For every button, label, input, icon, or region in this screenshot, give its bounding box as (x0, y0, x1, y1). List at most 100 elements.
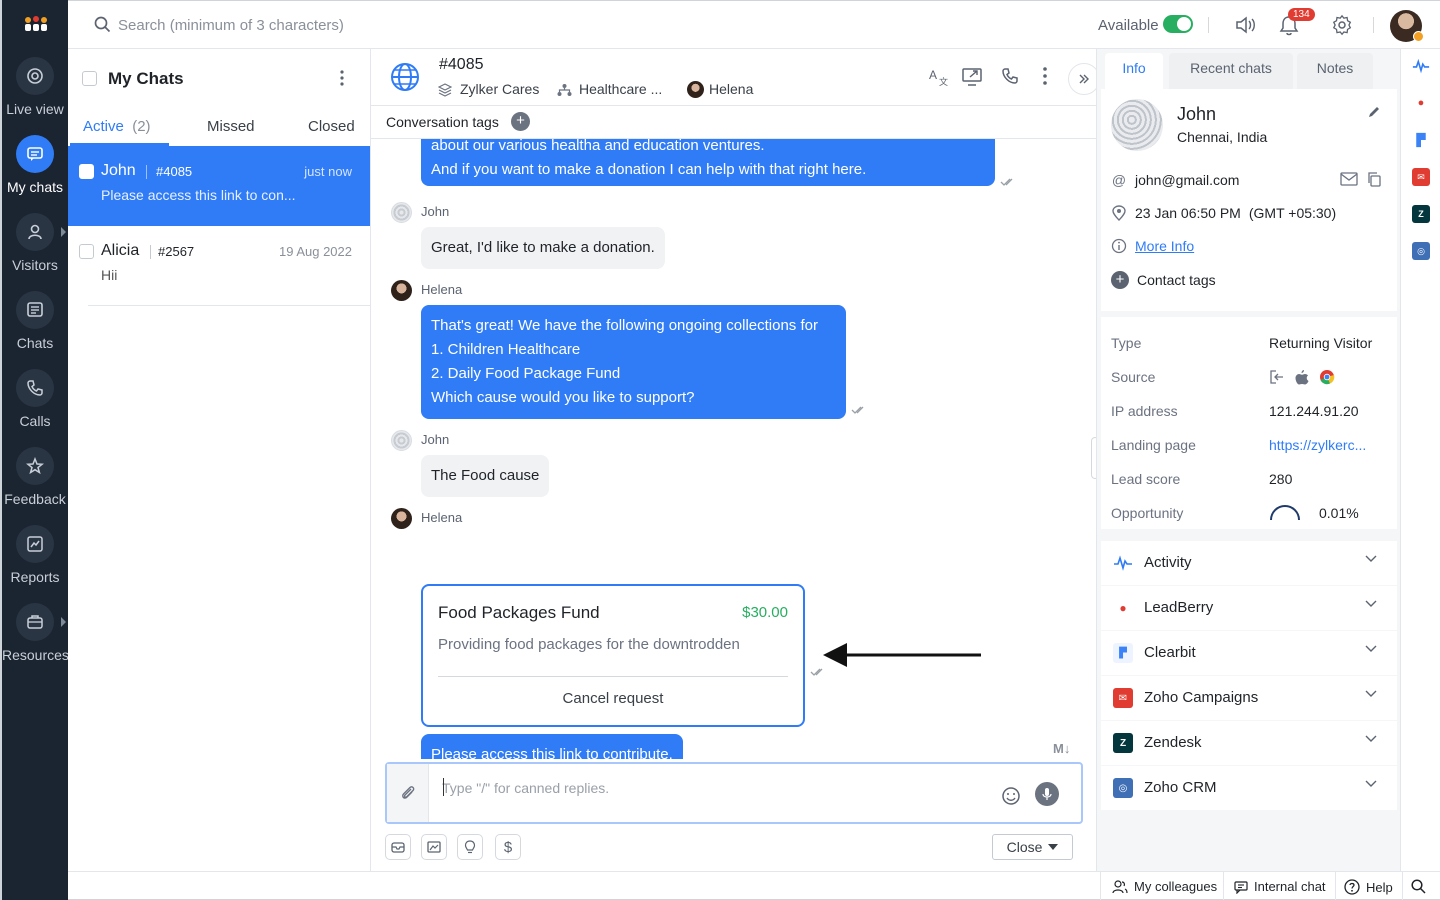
nav-visitors[interactable]: Visitors (2, 213, 68, 273)
attach-button[interactable] (387, 764, 429, 822)
help-button[interactable]: Help (1344, 879, 1393, 895)
arrow-left-annotation-icon (823, 643, 981, 667)
integration-leadberry[interactable]: ● LeadBerry (1101, 586, 1397, 630)
department-name: Zylker Cares (460, 81, 540, 97)
agent-avatar (391, 280, 412, 301)
chat-row-checkbox[interactable] (79, 164, 94, 179)
canned-messages-button[interactable] (385, 834, 411, 860)
message-input[interactable] (442, 776, 982, 800)
availability-toggle[interactable] (1163, 15, 1193, 33)
nav-my-chats[interactable]: My chats (2, 135, 68, 195)
chat-list-header: My Chats (68, 49, 370, 107)
sender-name: Helena (421, 282, 463, 297)
dollar-icon: $ (503, 838, 513, 856)
add-contact-tag-icon: + (1111, 271, 1129, 289)
info-icon (1111, 238, 1127, 254)
speaker-icon[interactable] (1234, 14, 1258, 36)
edit-icon[interactable] (1367, 105, 1381, 119)
visitor-timezone: (GMT +05:30) (1248, 205, 1337, 221)
tab-active-count: (2) (132, 118, 151, 135)
tab-notes[interactable]: Notes (1297, 53, 1373, 89)
message-line: Which cause would you like to support? (431, 389, 695, 406)
search-icon (94, 16, 111, 33)
gear-icon[interactable] (1331, 14, 1353, 36)
chat-row-time: just now (304, 164, 352, 179)
more-info-link[interactable]: More Info (1135, 238, 1194, 254)
tab-active[interactable]: Active (2) (83, 118, 151, 135)
activity-pulse-icon[interactable] (1412, 57, 1430, 75)
nav-label: Visitors (12, 257, 58, 273)
clearbit-icon[interactable]: ▛ (1412, 131, 1430, 149)
screen-share-icon[interactable] (962, 67, 984, 87)
nav-label: Resources (2, 647, 69, 663)
cancel-request-button[interactable]: Cancel request (423, 690, 803, 707)
payment-button[interactable]: $ (495, 834, 521, 860)
select-all-checkbox[interactable] (82, 71, 97, 86)
chat-row-name: Alicia (101, 242, 140, 259)
nav-label: Feedback (4, 491, 66, 507)
chat-list-panel: My Chats Active (2) Missed Closed John #… (68, 49, 371, 871)
global-search-input[interactable] (118, 11, 618, 39)
integration-name: Activity (1144, 554, 1192, 571)
bottom-bar: My colleagues Internal chat Help (68, 871, 1440, 900)
chat-row-checkbox[interactable] (79, 244, 94, 259)
tab-info[interactable]: Info (1105, 53, 1163, 89)
chat-row[interactable]: John #4085 just now Please access this l… (68, 146, 370, 226)
person-icon (28, 224, 42, 240)
chat-row[interactable]: Alicia #2567 19 Aug 2022 Hii (79, 226, 370, 306)
integration-zendesk[interactable]: Z Zendesk (1101, 721, 1397, 765)
more-options-icon[interactable] (340, 70, 344, 86)
internal-chat-button[interactable]: Internal chat (1234, 879, 1326, 894)
my-colleagues-button[interactable]: My colleagues (1112, 879, 1217, 894)
suggestions-button[interactable] (457, 834, 483, 860)
visitor-avatar (391, 202, 412, 223)
agent-avatar[interactable] (1390, 10, 1424, 42)
agent-name: Helena (709, 81, 754, 97)
my-colleagues-label: My colleagues (1134, 879, 1218, 894)
chat-row-ticket: #2567 (158, 244, 195, 259)
landing-page-link[interactable]: https://zylkerc... (1269, 437, 1366, 453)
chevron-down-icon (1048, 844, 1059, 850)
nav-calls[interactable]: Calls (2, 369, 68, 429)
nav-resources[interactable]: Resources (2, 603, 69, 663)
copy-icon[interactable] (1367, 172, 1381, 187)
voice-record-button[interactable] (1035, 782, 1059, 806)
zendesk-icon[interactable]: Z (1412, 205, 1430, 223)
nav-reports[interactable]: Reports (2, 525, 68, 585)
detail-key: Type (1111, 335, 1142, 351)
zoho-crm-icon[interactable]: ◎ (1412, 242, 1430, 260)
integration-zoho-crm[interactable]: ◎ Zoho CRM (1101, 766, 1397, 810)
tab-closed[interactable]: Closed (308, 118, 355, 135)
leadberry-icon[interactable]: ● (1412, 94, 1430, 112)
close-chat-button[interactable]: Close (992, 834, 1073, 860)
tab-recent-chats[interactable]: Recent chats (1169, 53, 1293, 89)
contact-tags-row[interactable]: + Contact tags (1111, 271, 1216, 289)
zoho-campaigns-icon[interactable]: ✉ (1412, 168, 1430, 186)
sender-name: John (421, 204, 450, 219)
paperclip-icon (401, 786, 414, 799)
integration-clearbit[interactable]: ▛ Clearbit (1101, 631, 1397, 675)
tab-missed[interactable]: Missed (207, 118, 255, 135)
integration-zoho-campaigns[interactable]: ✉ Zoho Campaigns (1101, 676, 1397, 720)
more-options-icon[interactable] (1043, 67, 1047, 85)
mail-icon[interactable] (1340, 172, 1358, 186)
nav-live-view[interactable]: Live view (2, 57, 68, 117)
call-icon[interactable] (1001, 67, 1019, 85)
agent-avatar (391, 508, 412, 529)
conversation-tags-label: Conversation tags (386, 114, 499, 130)
search-icon[interactable] (1411, 879, 1426, 894)
read-ticks-icon (851, 406, 864, 414)
app-logo-icon (25, 16, 47, 31)
emoji-icon[interactable] (1001, 786, 1021, 806)
visitor-location: Chennai, India (1177, 129, 1268, 145)
integration-activity[interactable]: Activity (1101, 541, 1397, 585)
visitor-name: John (1177, 104, 1217, 124)
nav-feedback[interactable]: Feedback (2, 447, 68, 507)
add-tag-button[interactable]: + (511, 112, 530, 131)
screenshot-button[interactable] (421, 834, 447, 860)
detail-key: Opportunity (1111, 505, 1184, 521)
internal-chat-label: Internal chat (1254, 879, 1326, 894)
nav-chats[interactable]: Chats (2, 291, 68, 351)
translate-icon[interactable]: A文 (928, 67, 948, 87)
markdown-icon[interactable]: M↓ (1053, 741, 1070, 756)
